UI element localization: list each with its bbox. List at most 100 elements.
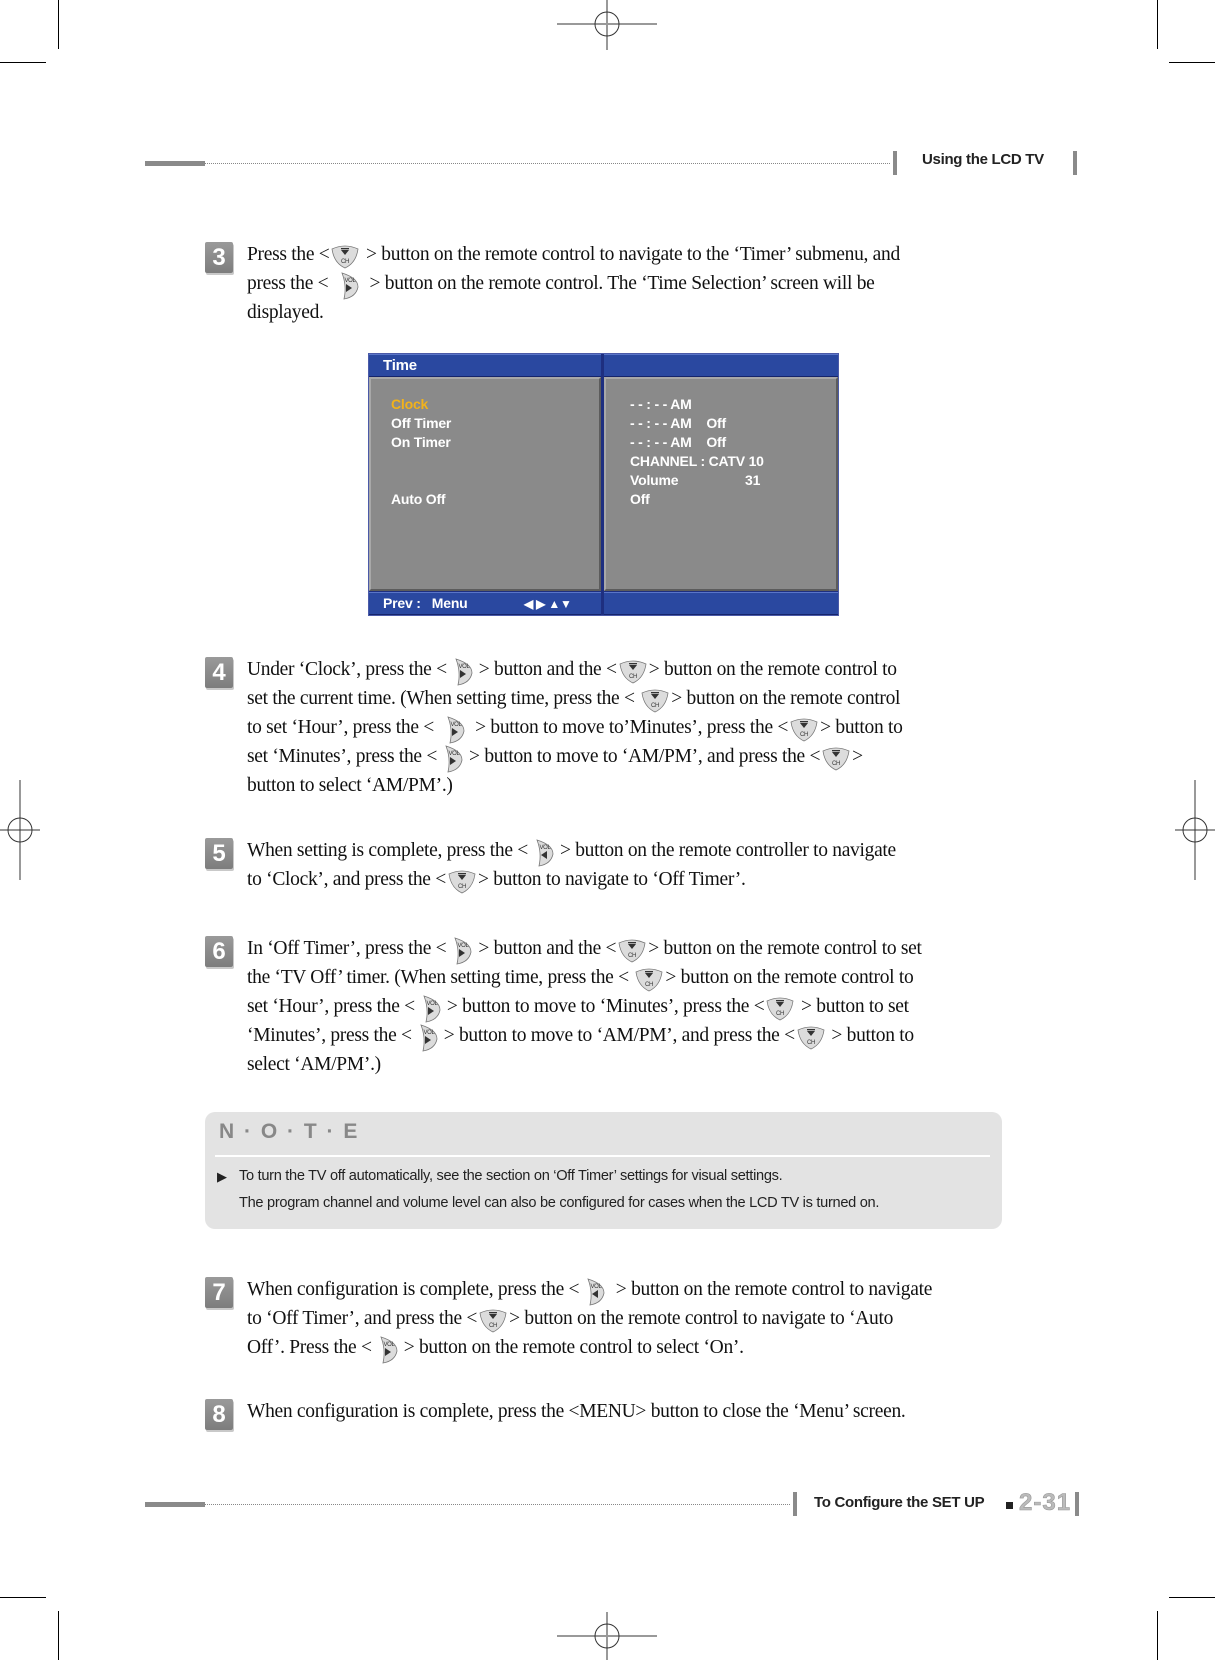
step-text-run: the ‘TV Off’ timer. (When setting time, … [247, 967, 634, 988]
step-text-run: > button on the remote controller to nav… [559, 840, 896, 861]
svg-text:CH: CH [341, 259, 349, 265]
step-text-run: > button on the remote control to naviga… [509, 1308, 894, 1329]
channel-down-button-icon: CH [478, 1307, 508, 1333]
svg-text:CH: CH [628, 953, 636, 959]
header-rule-bar [145, 161, 205, 166]
step-number-badge: 5 [205, 838, 233, 869]
header-section-title: Using the LCD TV [922, 151, 1044, 168]
step-text-run: Press the < [247, 244, 330, 265]
step-number-badge: 3 [205, 242, 233, 273]
step-text-run: select ‘AM/PM’.) [247, 1054, 381, 1075]
footer-rule-dots [205, 1504, 790, 1505]
step-text-run: > button to navigate to ‘Off Timer’. [477, 869, 746, 890]
step-text-run: Under ‘Clock’, press the < [247, 659, 447, 680]
channel-down-button-icon: CH [765, 995, 795, 1021]
osd-footer-bar-right [604, 592, 838, 615]
registration-mark-top [557, 0, 657, 50]
step-text-run: set ‘Hour’, press the < [247, 996, 415, 1017]
step-text-run: > button on the remote control. The ‘Tim… [364, 273, 875, 294]
step-text-run: to ‘Off Timer’, and press the < [247, 1308, 478, 1329]
crop-mark [0, 1597, 46, 1598]
step-text-run: ‘Minutes’, press the < [247, 1025, 412, 1046]
note-title: N · O · T · E [219, 1120, 360, 1143]
osd-off-timer-value: - - : - - AM Off [630, 415, 726, 431]
step-text-run: > button to move to ‘Minutes’, press the… [446, 996, 765, 1017]
osd-channel-value: CHANNEL : CATV 10 [630, 453, 764, 469]
crop-mark [58, 0, 59, 49]
step-text-run: When setting is complete, press the < [247, 840, 528, 861]
channel-down-button-icon: CH [634, 966, 664, 992]
step-text-run: > button on the remote control to select… [403, 1337, 744, 1358]
step-text-run: displayed. [247, 302, 324, 323]
svg-text:VOL: VOL [458, 943, 470, 949]
volume-left-button-icon: VOL [529, 838, 559, 867]
volume-right-button-icon: VOL [373, 1335, 403, 1364]
svg-text:CH: CH [489, 1323, 497, 1329]
note-bullet-icon: ▶ [217, 1169, 227, 1184]
osd-menu-item-off-timer[interactable]: Off Timer [391, 415, 451, 431]
footer-square-bullet [1006, 1502, 1013, 1509]
step-text-run: > button to move to’Minutes’, press the … [470, 717, 789, 738]
svg-text:CH: CH [800, 732, 808, 738]
channel-down-button-icon: CH [447, 868, 477, 894]
header-rule-dots [205, 163, 890, 164]
step-text-run: > button on the remote control to set [648, 938, 922, 959]
crop-mark [1157, 0, 1158, 49]
osd-menu-item-auto-off[interactable]: Auto Off [391, 491, 446, 507]
osd-volume-value: 31 [745, 472, 761, 488]
step-number-badge: 6 [205, 936, 233, 967]
step-number-badge: 4 [205, 657, 233, 688]
step-text-run: > button on the remote control to [648, 659, 897, 680]
step-text-run: When configuration is complete, press th… [247, 1279, 580, 1300]
step-text: When configuration is complete, press th… [247, 1397, 906, 1426]
volume-right-button-icon: VOL [413, 1023, 443, 1052]
step-text-run: to ‘Clock’, and press the < [247, 869, 446, 890]
channel-down-button-icon: CH [617, 937, 647, 963]
step-number-badge: 7 [205, 1277, 233, 1308]
volume-right-button-icon: VOL [334, 271, 364, 300]
svg-text:VOL: VOL [591, 1284, 603, 1290]
header-divider [893, 151, 897, 175]
step-text-run: When configuration is complete, press th… [247, 1401, 906, 1422]
svg-text:CH: CH [458, 884, 466, 890]
page-number: 2-31 [1019, 1489, 1072, 1517]
step-text-run: press the < [247, 273, 333, 294]
osd-on-timer-value: - - : - - AM Off [630, 434, 726, 450]
svg-text:CH: CH [629, 674, 637, 680]
step-text-run: > button on the remote control to naviga… [361, 244, 900, 265]
volume-right-button-icon: VOL [416, 994, 446, 1023]
note-line: The program channel and volume level can… [239, 1195, 880, 1211]
crop-mark [0, 62, 46, 63]
channel-down-button-icon: CH [618, 658, 648, 684]
step-text-run: > button to set [796, 996, 909, 1017]
svg-text:CH: CH [651, 703, 659, 709]
svg-text:VOL: VOL [539, 845, 551, 851]
channel-down-button-icon: CH [640, 687, 670, 713]
crop-mark [1169, 62, 1215, 63]
note-divider [215, 1155, 990, 1157]
osd-volume-label: Volume [630, 472, 679, 488]
header-divider [1073, 151, 1077, 175]
step-text-run: > [852, 746, 863, 767]
step-text: When setting is complete, press the < VOL… [247, 836, 896, 894]
step-text-run: > button and the < [478, 659, 617, 680]
step-text-run: button to select ‘AM/PM’.) [247, 775, 453, 796]
volume-right-button-icon: VOL [440, 715, 470, 744]
osd-menu-item-clock[interactable]: Clock [391, 396, 428, 412]
step-text-run: In ‘Off Timer’, press the < [247, 938, 447, 959]
svg-text:CH: CH [645, 982, 653, 988]
step-text-run: to set ‘Hour’, press the < [247, 717, 439, 738]
svg-text:CH: CH [807, 1040, 815, 1046]
channel-down-button-icon: CH [330, 243, 360, 269]
osd-menu-item-on-timer[interactable]: On Timer [391, 434, 451, 450]
channel-down-button-icon: CH [789, 716, 819, 742]
step-number-badge: 8 [205, 1399, 233, 1430]
step-text-run: > button and the < [478, 938, 617, 959]
svg-text:CH: CH [832, 761, 840, 767]
svg-text:CH: CH [776, 1011, 784, 1017]
volume-right-button-icon: VOL [447, 936, 477, 965]
svg-text:VOL: VOL [448, 751, 460, 757]
note-line: To turn the TV off automatically, see th… [239, 1168, 783, 1184]
step-text: When configuration is complete, press th… [247, 1275, 932, 1364]
volume-left-button-icon: VOL [580, 1277, 610, 1306]
